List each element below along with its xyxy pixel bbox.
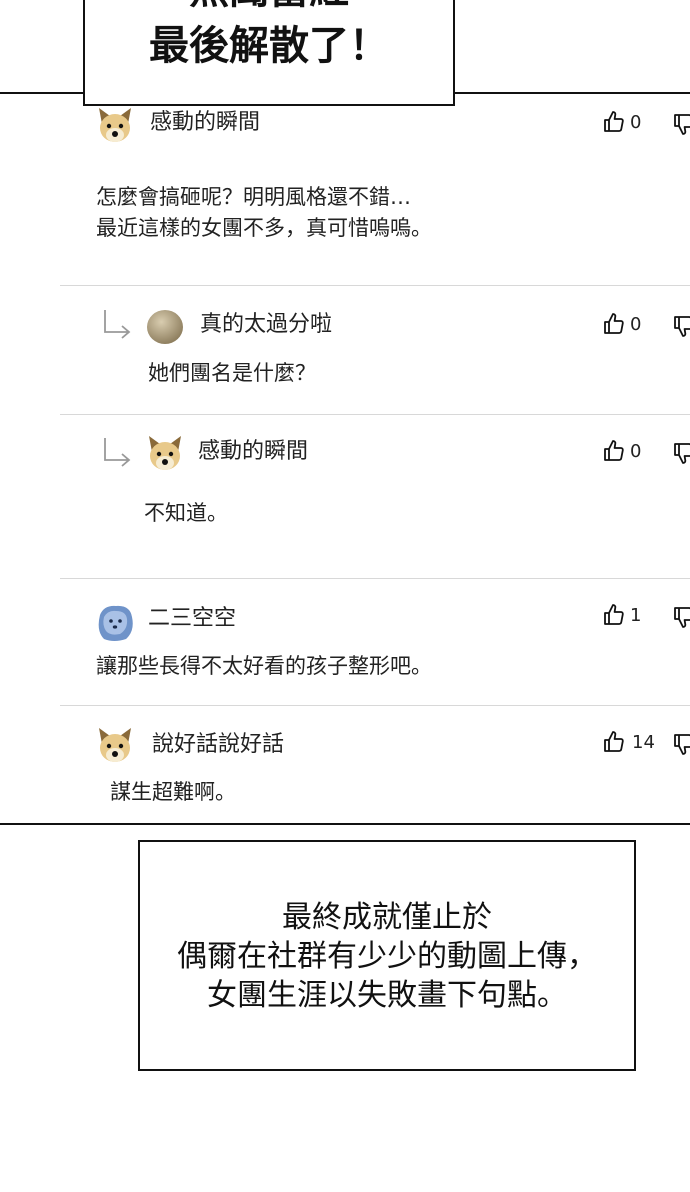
comment-4-text: 讓那些長得不太好看的孩子整形吧。 bbox=[96, 654, 432, 678]
reply-arrow-icon bbox=[104, 310, 131, 339]
comment-5-like-count: 14 bbox=[632, 732, 655, 753]
comment-2-username[interactable]: 真的太過分啦 bbox=[200, 312, 332, 338]
comment-divider bbox=[60, 705, 690, 706]
bottom-caption-line3: 女團生涯以失敗畫下句點。 bbox=[207, 978, 567, 1013]
thumbs-down-icon[interactable] bbox=[672, 732, 690, 756]
bottom-caption-line2: 偶爾在社群有少少的動圖上傳， bbox=[177, 939, 597, 974]
round-avatar-icon bbox=[147, 310, 183, 344]
dog-avatar-icon bbox=[99, 108, 131, 142]
thumbs-down-icon[interactable] bbox=[672, 441, 690, 465]
comment-3-username[interactable]: 感動的瞬間 bbox=[198, 439, 308, 465]
bottom-caption-box: 最終成就僅止於 偶爾在社群有少少的動圖上傳， 女團生涯以失敗畫下句點。 bbox=[138, 840, 636, 1071]
comment-1-like-count: 0 bbox=[630, 112, 642, 133]
top-caption-box: 無聞當紅 最後解散了！ bbox=[83, 0, 455, 106]
comment-2-like-count: 0 bbox=[630, 314, 642, 335]
comment-divider bbox=[60, 414, 690, 415]
reply-arrow-icon bbox=[104, 438, 131, 467]
bottom-caption-line1: 最終成就僅止於 bbox=[282, 900, 492, 935]
thumbs-up-icon[interactable] bbox=[602, 730, 626, 754]
comment-5-username[interactable]: 說好話說好話 bbox=[152, 732, 284, 758]
comment-divider bbox=[60, 578, 690, 579]
thumbs-down-icon[interactable] bbox=[672, 112, 690, 136]
comment-3-text: 不知道。 bbox=[144, 501, 228, 525]
dog-avatar-icon bbox=[99, 728, 131, 762]
comment-4-like-count: 1 bbox=[630, 605, 642, 626]
comment-1-text: 怎麼會搞砸呢？明明風格還不錯… 最近這樣的女團不多，真可惜嗚嗚。 bbox=[96, 185, 432, 240]
thumbs-up-icon[interactable] bbox=[602, 603, 626, 627]
thumbs-up-icon[interactable] bbox=[602, 439, 626, 463]
comment-2-text: 她們團名是什麼？ bbox=[148, 361, 316, 385]
comment-1-username[interactable]: 感動的瞬間 bbox=[150, 110, 260, 136]
thumbs-down-icon[interactable] bbox=[672, 605, 690, 629]
top-caption-line1: 無聞當紅 bbox=[85, 0, 453, 10]
comment-5-text: 謀生超難啊。 bbox=[110, 780, 236, 804]
top-caption-line2: 最後解散了！ bbox=[149, 22, 389, 69]
panel-border-bottom bbox=[0, 823, 690, 825]
thumbs-up-icon[interactable] bbox=[602, 110, 626, 134]
comment-4-username[interactable]: 二三空空 bbox=[148, 606, 236, 632]
thumbs-down-icon[interactable] bbox=[672, 314, 690, 338]
comment-divider bbox=[60, 285, 690, 286]
thumbs-up-icon[interactable] bbox=[602, 312, 626, 336]
dog-avatar-icon bbox=[149, 436, 181, 470]
comment-3-like-count: 0 bbox=[630, 441, 642, 462]
blue-avatar-icon bbox=[98, 605, 133, 641]
comment-section: 感動的瞬間 0 怎麼會搞砸呢？明明風格還不錯… 最近這樣的女團不多，真可惜嗚嗚。… bbox=[0, 96, 690, 824]
